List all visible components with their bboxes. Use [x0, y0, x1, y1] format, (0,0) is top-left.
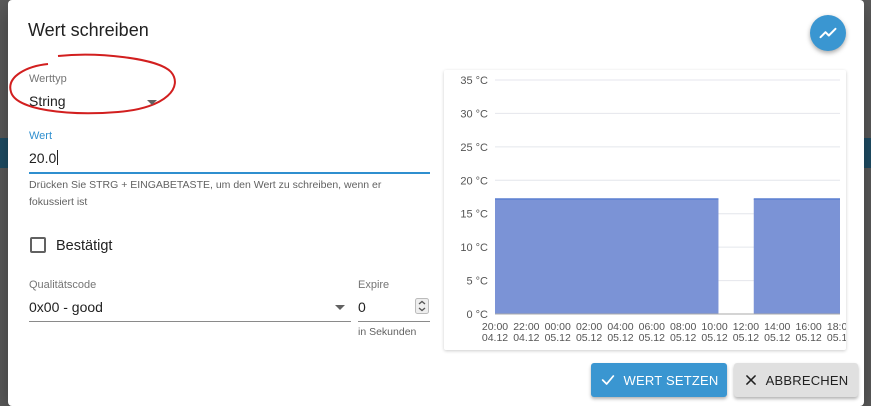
value-hint: Drücken Sie STRG + EINGABETASTE, um den …	[29, 179, 382, 208]
x-tick-date: 05.12	[764, 332, 790, 344]
write-value-dialog: Wert schreiben Werttyp String Wert 20.0 …	[8, 0, 864, 406]
y-tick-label: 0 °C	[466, 309, 488, 321]
expire-input[interactable]: 0	[358, 299, 366, 315]
y-tick-label: 35 °C	[460, 75, 488, 87]
x-tick-date: 05.12	[827, 332, 846, 344]
ack-checkbox-label: Bestätigt	[56, 238, 113, 254]
cancel-button[interactable]: ABBRECHEN	[734, 363, 858, 397]
y-tick-label: 5 °C	[466, 276, 488, 288]
chevron-down-icon	[147, 100, 157, 105]
y-tick-label: 10 °C	[460, 242, 488, 254]
history-chart: 0 °C 5 °C 10 °C 15 °C 20 °C 25 °C 30 °C 35 °C 20…	[444, 70, 853, 350]
x-tick-date: 05.12	[733, 332, 759, 344]
expire-underline	[358, 321, 430, 322]
x-tick-date: 04.12	[482, 332, 508, 344]
x-tick-date: 05.12	[639, 332, 665, 344]
dialog-title: Wert schreiben	[28, 20, 149, 40]
y-tick-label: 30 °C	[460, 108, 488, 120]
x-tick-date: 05.12	[545, 332, 571, 344]
history-chart-svg: 0 °C5 °C10 °C15 °C20 °C25 °C30 °C35 °C20…	[460, 75, 853, 344]
area-segment	[753, 199, 840, 314]
cancel-label: ABBRECHEN	[765, 372, 849, 388]
value-type-label: Werttyp	[29, 73, 67, 85]
value-label: Wert	[29, 130, 53, 142]
quality-underline	[29, 321, 351, 322]
red-annotation-circle	[9, 53, 176, 115]
y-tick-label: 25 °C	[460, 142, 488, 154]
chart-toggle-button[interactable]	[810, 15, 846, 51]
backdrop-strip-right	[864, 138, 871, 168]
x-tick-date: 05.12	[607, 332, 633, 344]
chevron-down-icon	[335, 305, 345, 310]
x-tick-date: 05.12	[576, 332, 602, 344]
check-icon	[601, 375, 614, 385]
set-value-label: WERT SETZEN	[623, 372, 719, 388]
quality-label: Qualitätscode	[29, 279, 97, 291]
close-icon	[745, 375, 756, 385]
value-underline-focused	[29, 172, 430, 174]
value-type-selected: String	[29, 93, 66, 109]
set-value-button[interactable]: WERT SETZEN	[591, 363, 727, 397]
backdrop-strip	[0, 138, 8, 168]
value-input[interactable]: 20.0	[29, 150, 56, 166]
y-tick-label: 20 °C	[460, 175, 488, 187]
quality-selected: 0x00 - good	[29, 299, 103, 315]
x-tick-date: 04.12	[513, 332, 539, 344]
trend-chart-icon	[819, 27, 837, 39]
y-tick-label: 15 °C	[460, 209, 488, 221]
text-cursor	[57, 150, 59, 165]
expire-hint: in Sekunden	[358, 326, 417, 338]
number-stepper-icon[interactable]	[415, 298, 429, 314]
x-tick-date: 05.12	[701, 332, 727, 344]
expire-label: Expire	[358, 279, 390, 291]
area-segment	[495, 199, 719, 314]
ack-checkbox[interactable]	[30, 237, 46, 253]
value-input-text: 20.0	[29, 150, 59, 166]
x-tick-date: 05.12	[670, 332, 696, 344]
x-tick-date: 05.12	[795, 332, 821, 344]
